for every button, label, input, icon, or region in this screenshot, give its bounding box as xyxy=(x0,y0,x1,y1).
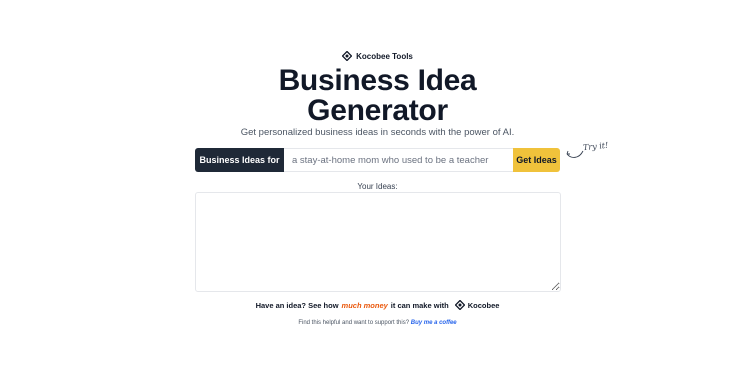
page-subtitle: Get personalized business ideas in secon… xyxy=(240,127,515,138)
your-ideas-label: Your Ideas: xyxy=(357,182,398,191)
audience-input[interactable] xyxy=(284,148,513,172)
kocobee-brand-text: Kocobee xyxy=(467,300,500,310)
support-line: Find this helpful and want to support th… xyxy=(0,320,755,326)
promo-text-after: it can make with xyxy=(390,300,449,310)
page-title-line-1: Business Idea xyxy=(278,64,477,97)
support-text: Find this helpful and want to support th… xyxy=(298,320,410,326)
idea-form: Business Ideas for Get Ideas xyxy=(195,148,560,172)
page-title-line-2: Generator xyxy=(307,94,448,127)
kocobee-link[interactable]: Kocobee xyxy=(454,300,500,310)
try-it-label: Try it! xyxy=(582,140,609,153)
kocobee-logo-icon xyxy=(454,300,465,310)
page-title: Business Idea Generator xyxy=(0,66,755,126)
get-ideas-button[interactable]: Get Ideas xyxy=(513,148,560,172)
buy-me-a-coffee-link[interactable]: Buy me a coffee xyxy=(411,320,457,326)
promo-line: Have an idea? See how much money it can … xyxy=(0,300,755,310)
try-it-hint: Try it! xyxy=(565,140,613,162)
ideas-output[interactable] xyxy=(195,192,561,292)
brand-name: Kocobee Tools xyxy=(356,51,413,61)
business-ideas-for-label: Business Ideas for xyxy=(195,148,284,172)
promo-highlight: much money xyxy=(341,300,388,310)
kocobee-logo-icon xyxy=(342,51,353,61)
curved-arrow-icon xyxy=(566,150,584,158)
brand-header[interactable]: Kocobee Tools xyxy=(0,51,755,61)
promo-text-before: Have an idea? See how xyxy=(255,300,339,310)
